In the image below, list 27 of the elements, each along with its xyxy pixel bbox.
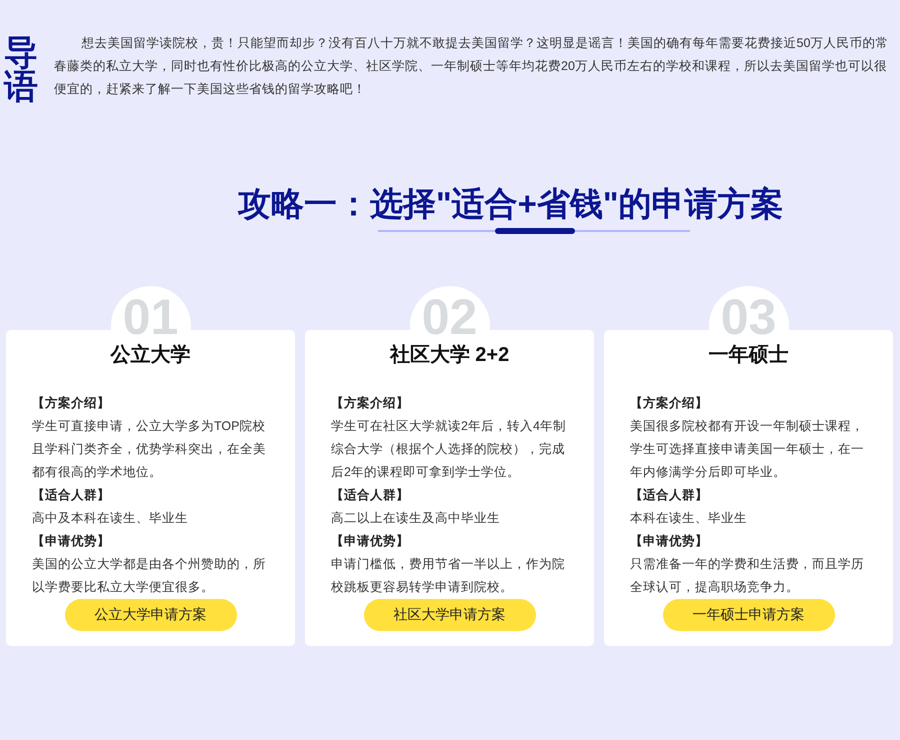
section-label: 【方案介绍】 bbox=[630, 394, 709, 412]
section-text: 学生可在社区大学就读2年后，转入4年制综合大学（根据个人选择的院校），完成后2年的课程即可拿到学士学位。 bbox=[331, 418, 567, 481]
section-label: 【方案介绍】 bbox=[331, 394, 410, 412]
section-label: 【适合人群】 bbox=[331, 486, 410, 504]
intro-label: 导语 bbox=[4, 36, 38, 104]
section-text: 美国很多院校都有开设一年制硕士课程，学生可选择直接申请美国一年硕士，在一年内修满学分后即可毕业。 bbox=[630, 418, 865, 481]
section-text: 高中及本科在读生、毕业生 bbox=[32, 510, 189, 527]
apply-plan-button[interactable]: 公立大学申请方案 bbox=[64, 598, 236, 631]
section-heading: 攻略一：选择"适合+省钱"的申请方案 bbox=[238, 184, 784, 224]
plan-title: 公立大学 bbox=[110, 344, 190, 366]
section-text: 只需准备一年的学费和生活费，而且学历全球认可，提高职场竞争力。 bbox=[630, 556, 865, 596]
section-text: 高二以上在读生及高中毕业生 bbox=[331, 510, 501, 527]
apply-plan-button[interactable]: 一年硕士申请方案 bbox=[662, 598, 834, 631]
section-label: 【申请优势】 bbox=[331, 532, 410, 550]
section-label: 【申请优势】 bbox=[630, 532, 709, 550]
section-label: 【方案介绍】 bbox=[32, 394, 111, 412]
section-label: 【适合人群】 bbox=[32, 486, 111, 504]
section-text: 学生可直接申请，公立大学多为TOP院校且学科门类齐全，优势学科突出，在全美都有很高的学术地位。 bbox=[32, 418, 267, 481]
plan-title: 一年硕士 bbox=[708, 344, 788, 366]
section-text: 本科在读生、毕业生 bbox=[630, 510, 748, 527]
intro-paragraph: 想去美国留学读院校，贵！只能望而却步？没有百八十万就不敢提去美国留学？这明显是谣言！美国的确有每年需要花费接近50万人民币的常春藤类的私立大学，同时也有性价比极高的公立大学、社区学院、一年制硕士等年均花费20万人民币左右的学校和课程，所以去美国留学也可以很便宜的，赶紧来了解一下美国这些省钱的留学攻略吧！ bbox=[53, 35, 890, 98]
section-label: 【申请优势】 bbox=[32, 532, 111, 550]
section-label: 【适合人群】 bbox=[630, 486, 709, 504]
plan-title: 社区大学 2+2 bbox=[390, 344, 510, 366]
section-text: 美国的公立大学都是由各个州赞助的，所以学费要比私立大学便宜很多。 bbox=[32, 556, 267, 596]
section-text: 申请门槛低，费用节省一半以上，作为院校跳板更容易转学申请到院校。 bbox=[331, 556, 566, 596]
apply-plan-button[interactable]: 社区大学申请方案 bbox=[364, 598, 536, 631]
